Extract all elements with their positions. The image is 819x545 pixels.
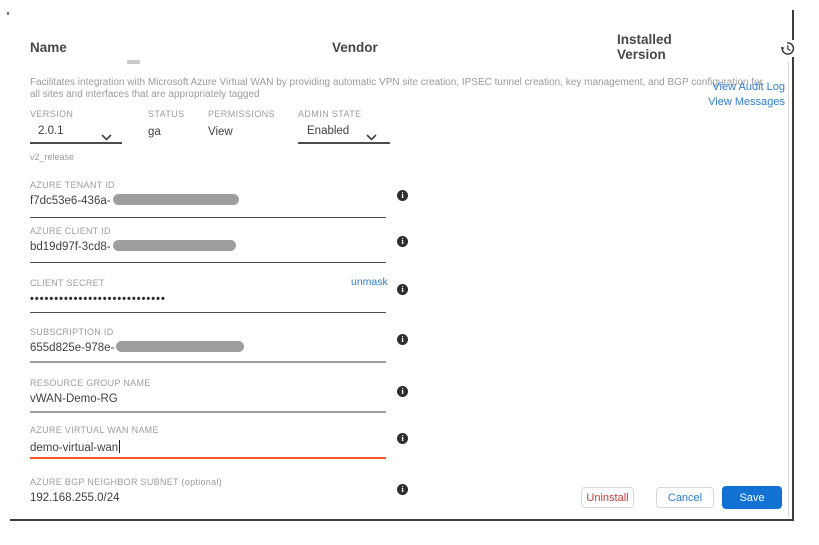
azure-tenant-id-label: AZURE TENANT ID — [30, 180, 115, 190]
subscription-id-underline — [30, 361, 386, 363]
column-header-vendor: Vendor — [332, 40, 378, 55]
permissions-view-link[interactable]: View — [208, 126, 233, 138]
azure-bgp-neighbor-subnet-label: AZURE BGP NEIGHBOR SUBNET (optional) — [30, 477, 222, 487]
azure-client-id-underline — [30, 262, 386, 263]
azure-tenant-id-input[interactable]: f7dc53e6-436a- — [30, 194, 239, 207]
column-header-name: Name — [30, 40, 67, 55]
client-secret-underline — [30, 312, 386, 313]
stray-dot — [7, 12, 9, 15]
azure-tenant-id-underline — [30, 217, 386, 218]
azure-virtual-wan-name-info-icon[interactable]: i — [397, 433, 408, 444]
version-label: VERSION — [30, 109, 73, 119]
resource-group-name-underline — [30, 411, 386, 413]
azure-virtual-wan-name-underline-focused — [30, 457, 386, 459]
version-select-underline — [30, 142, 122, 144]
client-secret-label: CLIENT SECRET — [30, 278, 105, 288]
azure-client-id-input[interactable]: bd19d97f-3cd8- — [30, 240, 236, 253]
redacted-value-blob — [113, 240, 236, 251]
status-value: ga — [148, 126, 161, 138]
azure-tenant-id-info-icon[interactable]: i — [397, 190, 408, 201]
permissions-label: PERMISSIONS — [208, 109, 275, 119]
azure-client-id-label: AZURE CLIENT ID — [30, 226, 111, 236]
side-links: View Audit Log View Messages — [640, 80, 785, 110]
release-tag: v2_release — [30, 152, 74, 162]
admin-state-label: ADMIN STATE — [298, 109, 362, 119]
azure-bgp-neighbor-subnet-input[interactable]: 192.168.255.0/24 — [30, 492, 120, 504]
azure-virtual-wan-name-label: AZURE VIRTUAL WAN NAME — [30, 425, 159, 435]
history-restore-icon[interactable] — [779, 40, 796, 57]
subscription-id-input[interactable]: 655d825e-978e- — [30, 341, 244, 354]
cancel-button[interactable]: Cancel — [656, 487, 714, 508]
status-label: STATUS — [148, 109, 185, 119]
subscription-id-label: SUBSCRIPTION ID — [30, 327, 114, 337]
scroll-track[interactable] — [788, 62, 789, 517]
subscription-id-info-icon[interactable]: i — [397, 334, 408, 345]
azure-virtual-wan-name-input[interactable]: demo-virtual-wan — [30, 440, 120, 454]
uninstall-button[interactable]: Uninstall — [581, 487, 634, 508]
unmask-link[interactable]: unmask — [351, 276, 388, 288]
resource-group-name-label: RESOURCE GROUP NAME — [30, 378, 151, 388]
view-messages-link[interactable]: View Messages — [640, 95, 785, 110]
save-button[interactable]: Save — [722, 486, 782, 509]
view-audit-log-link[interactable]: View Audit Log — [640, 80, 785, 95]
panel-right-border — [792, 10, 794, 521]
client-secret-input[interactable]: •••••••••••••••••••••••••••• — [30, 293, 166, 305]
redacted-value-blob — [113, 194, 239, 205]
admin-state-select-underline — [298, 142, 390, 144]
app-integration-config-panel: Name Vendor Installed Version Facilitate… — [0, 0, 819, 545]
admin-state-select-value[interactable]: Enabled — [307, 125, 349, 137]
text-caret — [119, 440, 120, 453]
client-secret-info-icon[interactable]: i — [397, 284, 408, 295]
azure-client-id-info-icon[interactable]: i — [397, 236, 408, 247]
resource-group-name-input[interactable]: vWAN-Demo-RG — [30, 393, 118, 405]
version-select-value[interactable]: 2.0.1 — [38, 125, 64, 137]
azure-bgp-neighbor-subnet-info-icon[interactable]: i — [397, 484, 408, 495]
vendor-logo-smudge — [127, 60, 140, 64]
resource-group-name-info-icon[interactable]: i — [397, 386, 408, 397]
column-header-installed-version: Installed Version — [617, 32, 672, 62]
redacted-value-blob — [116, 341, 244, 352]
panel-bottom-border — [10, 519, 794, 521]
